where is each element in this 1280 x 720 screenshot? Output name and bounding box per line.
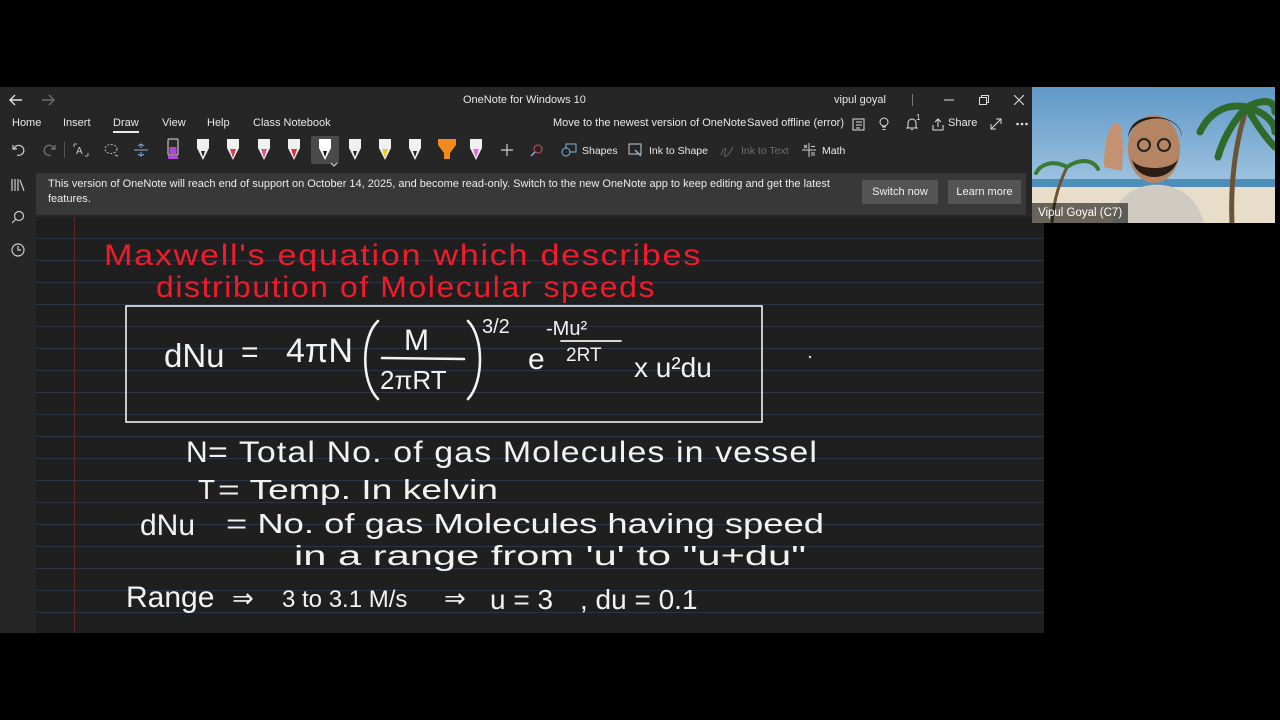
back-arrow-icon[interactable]: [8, 92, 24, 108]
pen-white-2[interactable]: [346, 137, 364, 163]
user-name[interactable]: vipul goyal: [834, 94, 886, 106]
forward-arrow-icon[interactable]: [40, 92, 56, 108]
range-u: u = 3: [490, 584, 553, 615]
heading-line1: Maxwell's equation which describes: [104, 239, 702, 272]
note-canvas[interactable]: Maxwell's equation which describes distr…: [36, 217, 1044, 633]
draw-toolbar: A Shapes Ink to Shape Ink to Text Math: [0, 135, 1032, 167]
participant-name: Vipul Goyal (C7): [1032, 203, 1129, 223]
lasso-select-icon[interactable]: [102, 142, 120, 158]
eq-right-paren: [466, 319, 482, 401]
chevron-down-icon[interactable]: [330, 155, 338, 173]
def-dn-text-line1: = No. of gas Molecules having speed: [226, 508, 824, 539]
shapes-button[interactable]: Shapes: [582, 145, 618, 157]
minimize-icon[interactable]: [940, 92, 958, 108]
eq-denominator: 2πRT: [380, 365, 447, 395]
pen-red-2[interactable]: [285, 137, 303, 163]
eq-left-paren: [363, 319, 380, 401]
ink-to-shape-icon[interactable]: [627, 142, 645, 158]
eq-power: 3/2: [482, 316, 510, 338]
share-icon[interactable]: [931, 116, 945, 132]
def-t-text: = Temp. In kelvin: [218, 474, 498, 505]
range-arrow: ⇒: [232, 583, 254, 613]
range-arrow-2: ⇒: [444, 583, 466, 613]
notification-count: 1: [916, 113, 921, 122]
eq-coefficient: 4πN: [286, 332, 353, 370]
ink-to-text-icon[interactable]: [718, 142, 736, 158]
def-dn-text-line2: in a range from 'u' to "u+du": [294, 540, 806, 571]
tab-help[interactable]: Help: [207, 117, 230, 129]
recent-icon[interactable]: [10, 242, 26, 258]
type-select-icon[interactable]: A: [72, 142, 90, 158]
def-n-symbol: N: [186, 436, 208, 469]
def-dn-symbol: dNu: [140, 509, 195, 542]
highlighter-orange[interactable]: [436, 137, 458, 163]
tab-insert[interactable]: Insert: [63, 117, 91, 129]
banner-message: This version of OneNote will reach end o…: [48, 178, 830, 205]
undo-icon[interactable]: [11, 142, 27, 158]
pen-yellow[interactable]: [376, 137, 394, 163]
switch-now-button[interactable]: Switch now: [862, 180, 938, 204]
learn-more-button[interactable]: Learn more: [948, 180, 1021, 204]
tab-draw[interactable]: Draw: [113, 117, 139, 133]
pen-pink[interactable]: [255, 137, 273, 163]
ribbon-tabs: Home Insert Draw View Help Class Noteboo…: [0, 113, 1032, 135]
pen-purple[interactable]: [164, 137, 182, 163]
insert-space-icon[interactable]: [132, 142, 150, 158]
lightbulb-icon[interactable]: [876, 116, 892, 132]
ink-to-shape-button[interactable]: Ink to Shape: [649, 145, 708, 157]
pen-red-1[interactable]: [224, 137, 242, 163]
pen-white-1[interactable]: [194, 137, 212, 163]
notebook-icon[interactable]: [850, 116, 866, 132]
math-icon[interactable]: [800, 142, 818, 158]
expand-icon[interactable]: [988, 116, 1004, 132]
sync-status[interactable]: Saved offline (error): [747, 117, 844, 129]
ruler-icon[interactable]: [529, 142, 545, 158]
svg-text:A: A: [76, 146, 83, 157]
tab-class-notebook[interactable]: Class Notebook: [253, 117, 331, 129]
toolbar-divider: [64, 142, 65, 158]
restore-icon[interactable]: [975, 92, 993, 108]
tab-home[interactable]: Home: [12, 117, 41, 129]
range-du: , du = 0.1: [580, 584, 698, 615]
end-of-support-banner: This version of OneNote will reach end o…: [36, 173, 1026, 215]
left-rail: [0, 165, 36, 633]
eq-exp-numerator: -Mu²: [546, 318, 587, 340]
upgrade-link[interactable]: Move to the newest version of OneNote: [553, 117, 746, 129]
eq-exp-base: e: [528, 343, 545, 376]
shapes-icon[interactable]: [560, 142, 578, 158]
highlighter-magenta[interactable]: [467, 137, 485, 163]
stray-dot: [808, 355, 812, 359]
eq-fraction-bar: [380, 356, 466, 361]
title-divider: [912, 94, 913, 106]
share-button[interactable]: Share: [948, 117, 977, 129]
handwriting-layer: Maxwell's equation which describes distr…: [104, 239, 824, 615]
eq-lhs: dNu: [164, 337, 225, 374]
math-button[interactable]: Math: [822, 145, 845, 157]
eq-numerator: M: [404, 324, 429, 357]
eq-exp-denominator: 2RT: [566, 345, 602, 366]
heading-line2: distribution of Molecular speeds: [156, 271, 656, 304]
range-value: 3 to 3.1 M/s: [282, 586, 407, 613]
webcam-overlay: Vipul Goyal (C7): [1032, 87, 1275, 223]
range-label: Range: [126, 581, 214, 614]
add-pen-icon[interactable]: [499, 142, 515, 158]
window-title: OneNote for Windows 10: [463, 94, 586, 106]
def-n-text: = Total No. of gas Molecules in vessel: [208, 436, 818, 469]
close-icon[interactable]: [1010, 92, 1028, 108]
tab-view[interactable]: View: [162, 117, 186, 129]
title-bar: OneNote for Windows 10 vipul goyal: [0, 87, 1032, 113]
notebooks-icon[interactable]: [10, 177, 26, 193]
more-options-icon[interactable]: [1014, 116, 1030, 132]
def-t-symbol: T: [198, 474, 215, 505]
redo-icon[interactable]: [41, 142, 57, 158]
search-icon[interactable]: [10, 209, 26, 225]
eq-tail: x u²du: [634, 352, 712, 383]
ink-to-text-button[interactable]: Ink to Text: [741, 145, 789, 157]
eq-equals: =: [241, 336, 259, 369]
pen-white-3[interactable]: [406, 137, 424, 163]
